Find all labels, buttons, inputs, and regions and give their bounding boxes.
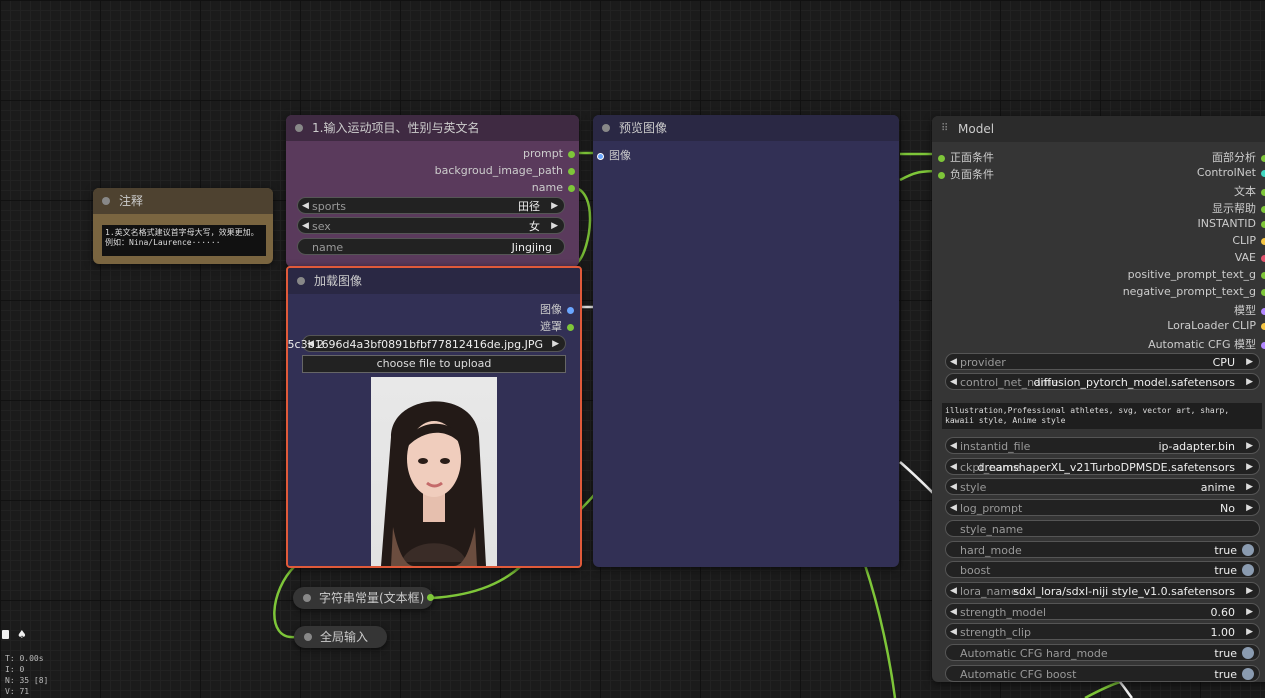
left-arrow-icon[interactable]: ◀ bbox=[950, 583, 957, 600]
model-output-0[interactable]: 面部分析 bbox=[1212, 149, 1265, 165]
output-mask[interactable]: 遮罩 bbox=[540, 318, 574, 334]
toggle-knob[interactable] bbox=[1242, 667, 1254, 680]
model-output-10[interactable]: LoraLoader CLIP bbox=[1167, 319, 1265, 332]
note-title: 注释 bbox=[119, 194, 144, 208]
model-output-3[interactable]: 显示帮助 bbox=[1212, 200, 1265, 216]
model-widget-strength-clip[interactable]: ◀ strength_clip 1.00 ▶ bbox=[945, 623, 1260, 641]
sports-combo[interactable]: ◀ sports 田径 ▶ bbox=[297, 197, 565, 214]
input-positive-cond[interactable]: 正面条件 bbox=[938, 149, 994, 165]
preview-node-title[interactable]: 预览图像 bbox=[593, 115, 899, 141]
provider-combo[interactable]: ◀ provider CPU ▶ bbox=[945, 353, 1260, 370]
model-widget-strength-model[interactable]: ◀ strength_model 0.60 ▶ bbox=[945, 602, 1260, 621]
model-output-9[interactable]: 模型 bbox=[1234, 302, 1265, 318]
note-node[interactable]: 注释 1.英文名格式建议首字母大写，效果更加。例如：Nina/Laurence·… bbox=[93, 188, 273, 264]
right-arrow-icon[interactable]: ▶ bbox=[1246, 604, 1253, 621]
queue-icon[interactable] bbox=[2, 630, 9, 639]
performance-stats: T: 0.00s I: 0 N: 35 [8] V: 71 bbox=[5, 654, 49, 696]
right-arrow-icon[interactable]: ▶ bbox=[1246, 459, 1253, 476]
right-arrow-icon[interactable]: ▶ bbox=[1246, 374, 1253, 391]
string-output-pin[interactable] bbox=[427, 594, 434, 601]
model-widget-ckpt-name[interactable]: ◀ ckpt_name dreamshaperXL_v21TurboDPMSDE.s… bbox=[945, 457, 1260, 476]
model-widget-boost[interactable]: boost true bbox=[945, 561, 1260, 579]
right-arrow-icon[interactable]: ▶ bbox=[1246, 583, 1253, 600]
model-title: Model bbox=[958, 122, 995, 136]
model-output-7[interactable]: positive_prompt_text_g bbox=[1128, 268, 1265, 281]
model-node[interactable]: ⠿ Model 正面条件 负面条件 面部分析 ControlNet 文本 显示帮助 IN… bbox=[932, 116, 1265, 682]
right-arrow-icon[interactable]: ▶ bbox=[1246, 354, 1253, 371]
note-node-title[interactable]: 注释 bbox=[93, 188, 273, 214]
model-widget-log-prompt[interactable]: ◀ log_prompt No ▶ bbox=[945, 499, 1260, 517]
left-arrow-icon[interactable]: ◀ bbox=[950, 604, 957, 621]
node-collapse-dot[interactable] bbox=[102, 197, 110, 205]
model-widget-style[interactable]: ◀ style anime ▶ bbox=[945, 478, 1260, 496]
pin-icon[interactable]: ♠ bbox=[17, 628, 27, 641]
sex-combo[interactable]: ◀ sex 女 ▶ bbox=[297, 217, 565, 234]
toggle-knob[interactable] bbox=[1242, 564, 1254, 577]
input-negative-cond[interactable]: 负面条件 bbox=[938, 166, 994, 182]
model-widget-style-name[interactable]: style_name bbox=[945, 519, 1260, 537]
left-arrow-icon[interactable]: ◀ bbox=[950, 459, 957, 476]
node-collapse-dot[interactable] bbox=[303, 594, 311, 602]
load-image-node[interactable]: 加载图像 图像 遮罩 ◀ 2 a5c3b1696d4a3bf0891bfbf77… bbox=[286, 266, 582, 568]
model-output-5[interactable]: CLIP bbox=[1232, 234, 1265, 247]
output-image[interactable]: 图像 bbox=[540, 301, 574, 317]
prompt-node[interactable]: 1.输入运动项目、性别与英文名 prompt backgroud_image_p… bbox=[286, 115, 579, 267]
output-backgroud-image-path[interactable]: backgroud_image_path bbox=[435, 164, 575, 177]
load-image-node-title[interactable]: 加载图像 bbox=[288, 268, 580, 294]
node-collapse-dot[interactable] bbox=[295, 124, 303, 132]
left-arrow-icon[interactable]: ◀ bbox=[950, 624, 957, 641]
left-arrow-icon[interactable]: ◀ bbox=[950, 500, 957, 517]
right-arrow-icon[interactable]: ▶ bbox=[1246, 624, 1253, 641]
style-prompt-textarea[interactable]: illustration,Professional athletes, svg,… bbox=[942, 403, 1262, 429]
input-image[interactable]: 图像 bbox=[597, 147, 631, 163]
right-arrow-icon[interactable]: ▶ bbox=[1246, 500, 1253, 517]
model-widget-instantid-file[interactable]: ◀ instantid_file ip-adapter.bin ▶ bbox=[945, 437, 1260, 454]
left-arrow-icon[interactable]: ◀ bbox=[950, 438, 957, 455]
model-widget-lora-name[interactable]: ◀ lora_name sdxl_lora/sdxl-niji style_v1.0… bbox=[945, 581, 1260, 600]
model-output-1[interactable]: ControlNet bbox=[1197, 166, 1265, 179]
left-arrow-icon[interactable]: ◀ bbox=[302, 198, 309, 215]
output-prompt[interactable]: prompt bbox=[523, 147, 575, 160]
model-node-title[interactable]: ⠿ Model bbox=[932, 116, 1265, 142]
right-arrow-icon[interactable]: ▶ bbox=[552, 336, 559, 353]
right-arrow-icon[interactable]: ▶ bbox=[551, 218, 558, 235]
prompt-node-title[interactable]: 1.输入运动项目、性别与英文名 bbox=[286, 115, 579, 141]
toggle-knob[interactable] bbox=[1242, 543, 1254, 556]
global-input-node[interactable]: 全局输入 bbox=[294, 626, 387, 648]
right-arrow-icon[interactable]: ▶ bbox=[1246, 438, 1253, 455]
note-text[interactable]: 1.英文名格式建议首字母大写，效果更加。例如：Nina/Laurence····… bbox=[102, 225, 266, 256]
model-output-4[interactable]: INSTANTID bbox=[1197, 217, 1265, 230]
model-output-8[interactable]: negative_prompt_text_g bbox=[1123, 285, 1265, 298]
prompt-title: 1.输入运动项目、性别与英文名 bbox=[312, 121, 480, 135]
choose-file-button[interactable]: choose file to upload bbox=[302, 355, 566, 373]
left-arrow-icon[interactable]: ◀ bbox=[950, 354, 957, 371]
left-arrow-icon[interactable]: ◀ bbox=[302, 218, 309, 235]
model-widget-automatic-cfg-hard-mode[interactable]: Automatic CFG hard_mode true bbox=[945, 644, 1260, 661]
model-output-11[interactable]: Automatic CFG 模型 bbox=[1148, 336, 1265, 352]
load-image-title: 加载图像 bbox=[314, 274, 363, 288]
node-collapse-dot[interactable] bbox=[602, 124, 610, 132]
control-net-name-combo[interactable]: ◀ control_net_name diffusion_pytorch_mod… bbox=[945, 373, 1260, 390]
preview-title: 预览图像 bbox=[619, 121, 668, 135]
left-arrow-icon[interactable]: ◀ bbox=[950, 374, 957, 391]
model-output-6[interactable]: VAE bbox=[1235, 251, 1265, 264]
output-name[interactable]: name bbox=[532, 181, 575, 194]
right-arrow-icon[interactable]: ▶ bbox=[551, 198, 558, 215]
right-arrow-icon[interactable]: ▶ bbox=[1246, 479, 1253, 496]
model-widget-hard-mode[interactable]: hard_mode true bbox=[945, 540, 1260, 558]
image-file-combo[interactable]: ◀ 2 a5c3b1696d4a3bf0891bfbf77812416de.jp… bbox=[288, 335, 566, 353]
toggle-knob[interactable] bbox=[1242, 647, 1254, 659]
node-collapse-dot[interactable] bbox=[297, 277, 305, 285]
preview-image-node[interactable]: 预览图像 图像 bbox=[593, 115, 899, 567]
name-text-field[interactable]: name Jingjing bbox=[297, 238, 565, 255]
model-output-2[interactable]: 文本 bbox=[1234, 183, 1265, 199]
node-collapse-dot[interactable] bbox=[304, 633, 312, 641]
string-constant-node[interactable]: 字符串常量(文本框) bbox=[293, 587, 434, 609]
drag-handle-icon[interactable]: ⠿ bbox=[941, 116, 948, 142]
left-arrow-icon[interactable]: ◀ bbox=[950, 479, 957, 496]
model-widget-automatic-cfg-boost[interactable]: Automatic CFG boost true bbox=[945, 664, 1260, 682]
portrait-image-preview bbox=[371, 377, 497, 566]
portrait-illustration bbox=[381, 401, 486, 566]
